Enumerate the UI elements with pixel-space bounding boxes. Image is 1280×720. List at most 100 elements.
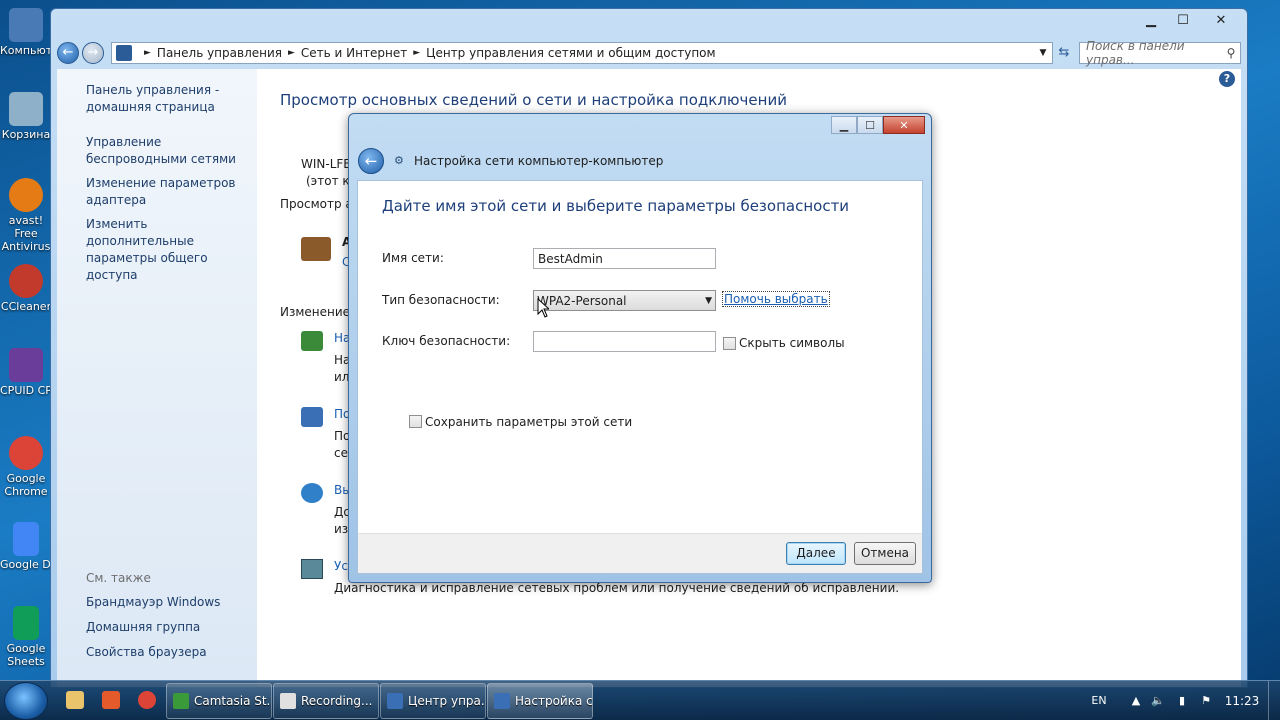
action-center-flag-icon[interactable]: ⚑ <box>1198 681 1214 720</box>
camtasia-icon <box>173 693 189 709</box>
sidebar-link-adapter-settings[interactable]: Изменение параметров адаптера <box>86 175 254 209</box>
desktop-icon-label: Google Docs <box>0 558 52 571</box>
sidebar-link-homegroup[interactable]: Домашняя группа <box>86 619 254 636</box>
close-button[interactable]: ✕ <box>1199 11 1243 31</box>
desktop-icon-ccleaner[interactable]: CCleaner <box>0 264 52 313</box>
hide-chars-label: Скрыть символы <box>739 336 845 350</box>
breadcrumb-item[interactable]: Сеть и Интернет <box>301 46 407 60</box>
window-controls: ▁ ☐ ✕ <box>1135 11 1243 31</box>
sidebar-link-browser-properties[interactable]: Свойства браузера <box>86 644 254 661</box>
desktop-icon-label: CCleaner <box>0 300 52 313</box>
breadcrumb-item[interactable]: Центр управления сетями и общим доступом <box>426 46 715 60</box>
search-input[interactable]: Поиск в панели управ... ⚲ <box>1079 39 1241 67</box>
taskbar-item-label: Recording... <box>301 694 373 708</box>
taskbar-item-recording[interactable]: Recording... <box>273 683 379 719</box>
google-docs-icon <box>13 522 39 556</box>
task-link-troubleshoot[interactable]: Ус <box>334 559 348 573</box>
ccleaner-icon <box>9 264 43 298</box>
sidebar-link-manage-wireless[interactable]: Управление беспроводными сетями <box>86 134 254 168</box>
page-title: Просмотр основных сведений о сети и наст… <box>280 91 787 109</box>
network-tray-icon[interactable]: ▮ <box>1174 681 1190 720</box>
dialog-maximize-button[interactable]: ☐ <box>857 116 883 134</box>
address-bar[interactable]: ► Панель управления ► Сеть и Интернет ► … <box>111 42 1053 64</box>
back-button[interactable]: ← <box>57 42 79 64</box>
forward-button[interactable]: → <box>82 42 104 64</box>
breadcrumb: ► Панель управления ► Сеть и Интернет ► … <box>138 46 716 60</box>
network-center-icon <box>387 693 403 709</box>
taskbar-item-label: Camtasia St... <box>194 694 272 708</box>
bench-network-icon <box>301 237 331 261</box>
security-key-label: Ключ безопасности: <box>382 334 511 348</box>
refresh-icon[interactable]: ⇆ <box>1053 42 1075 64</box>
maximize-button[interactable]: ☐ <box>1167 11 1199 31</box>
hide-chars-checkbox[interactable] <box>723 337 736 350</box>
show-desktop-button[interactable] <box>1268 681 1280 720</box>
volume-icon[interactable]: 🔈 <box>1150 681 1166 720</box>
mouse-cursor <box>537 297 551 318</box>
language-indicator[interactable]: EN <box>1088 681 1110 720</box>
network-name-input[interactable]: BestAdmin <box>533 248 716 269</box>
cpuz-icon <box>9 348 43 382</box>
dialog-heading: Дайте имя этой сети и выберите параметры… <box>382 197 850 215</box>
taskbar-item-network-setup[interactable]: Настройка с... <box>487 683 593 719</box>
desktop-icon-google-sheets[interactable]: Google Sheets <box>0 606 52 668</box>
desktop-icon-label: CPUID CPU-Z <box>0 384 52 397</box>
dialog-minimize-button[interactable]: ▁ <box>831 116 857 134</box>
show-hidden-icons-chevron-up-icon[interactable]: ▲ <box>1128 681 1144 720</box>
minimize-button[interactable]: ▁ <box>1135 11 1167 31</box>
chevron-down-icon[interactable]: ▼ <box>705 296 712 306</box>
taskbar-item-label: Настройка с... <box>515 694 593 708</box>
security-key-input[interactable] <box>533 331 716 352</box>
chevron-down-icon[interactable]: ▼ <box>1034 48 1052 58</box>
troubleshoot-icon <box>301 559 323 579</box>
taskbar-item-network-center[interactable]: Центр упра... <box>380 683 486 719</box>
dialog-close-button[interactable]: ✕ <box>883 116 925 134</box>
explorer-icon[interactable] <box>66 691 84 709</box>
help-icon[interactable]: ? <box>1219 71 1235 87</box>
desktop-icon-label: Корзина <box>1 128 51 141</box>
dialog-footer: Далее Отмена <box>358 533 922 573</box>
help-choose-link[interactable]: Помочь выбрать <box>722 291 830 307</box>
avast-icon <box>9 178 43 212</box>
computer-icon <box>9 8 43 42</box>
google-sheets-icon <box>13 606 39 640</box>
save-settings-label: Сохранить параметры этой сети <box>425 415 633 429</box>
desktop-icon-chrome[interactable]: Google Chrome <box>0 436 52 498</box>
new-connection-icon <box>301 331 323 351</box>
taskbar-item-label: Центр упра... <box>408 694 486 708</box>
media-player-icon[interactable] <box>102 691 120 709</box>
desktop-icon-avast[interactable]: avast! Free Antivirus <box>0 178 52 253</box>
chrome-icon <box>9 436 43 470</box>
taskbar-item-camtasia[interactable]: Camtasia St... <box>166 683 272 719</box>
desktop-icon-google-docs[interactable]: Google Docs <box>0 522 52 571</box>
sidebar-link-home[interactable]: Панель управления - домашняя страница <box>86 82 254 116</box>
chevron-right-icon: ► <box>144 48 151 58</box>
connect-network-icon <box>301 407 323 427</box>
sidebar-link-firewall[interactable]: Брандмауэр Windows <box>86 594 254 611</box>
chevron-right-icon[interactable]: ► <box>413 48 420 58</box>
taskbar: Camtasia St... Recording... Центр упра..… <box>0 680 1280 720</box>
chevron-right-icon[interactable]: ► <box>288 48 295 58</box>
chrome-icon[interactable] <box>138 691 156 709</box>
desktop-icon-label: Google Sheets <box>6 642 46 668</box>
network-name-label: Имя сети: <box>382 251 444 265</box>
dialog-body: Дайте имя этой сети и выберите параметры… <box>357 180 923 574</box>
start-button[interactable] <box>4 682 48 720</box>
security-type-value: WPA2-Personal <box>537 293 627 308</box>
desktop-icon-label: Компьютер <box>0 44 52 57</box>
security-type-select[interactable]: WPA2-Personal ▼ <box>533 290 716 311</box>
save-settings-checkbox[interactable] <box>409 415 422 428</box>
dialog-back-button[interactable]: ← <box>358 148 384 174</box>
clock[interactable]: 11:23 <box>1222 681 1262 720</box>
sidebar-link-advanced-sharing[interactable]: Изменить дополнительные параметры общего… <box>86 216 254 284</box>
breadcrumb-item[interactable]: Панель управления <box>157 46 282 60</box>
desktop-icon-computer[interactable]: Компьютер <box>0 8 52 57</box>
desktop-icon-cpuz[interactable]: CPUID CPU-Z <box>0 348 52 397</box>
next-button[interactable]: Далее <box>786 542 846 565</box>
security-type-label: Тип безопасности: <box>382 293 500 307</box>
desktop-icon-recycle-bin[interactable]: Корзина <box>0 92 52 141</box>
search-placeholder: Поиск в панели управ... <box>1086 39 1185 67</box>
homegroup-icon <box>301 483 323 503</box>
cancel-button[interactable]: Отмена <box>854 542 916 565</box>
search-icon[interactable]: ⚲ <box>1222 46 1240 60</box>
